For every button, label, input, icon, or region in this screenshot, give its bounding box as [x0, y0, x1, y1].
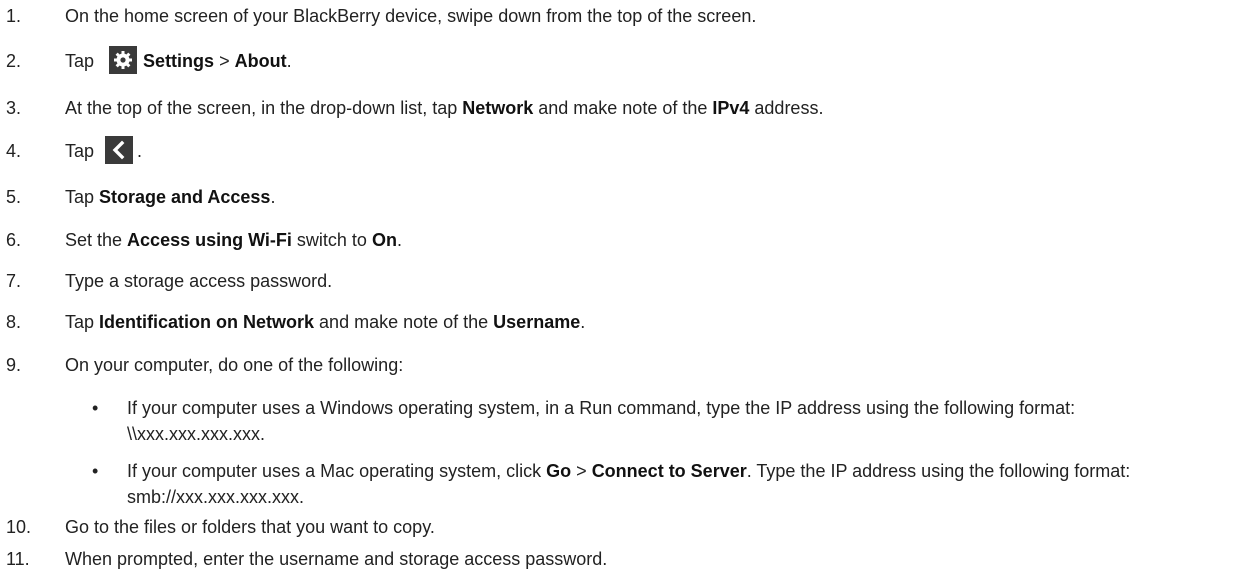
step-text: Type a storage access password.	[65, 271, 333, 291]
step-text: Tap Storage and Access.	[65, 187, 276, 207]
step-text: At the top of the screen, in the drop-do…	[65, 98, 824, 118]
step-number: 8.	[6, 312, 22, 332]
gear-icon	[109, 46, 138, 75]
step-number: 2.	[6, 51, 22, 71]
bullet-text: If your computer uses a Mac operating sy…	[127, 461, 1131, 507]
step-number: 10.	[6, 517, 32, 537]
step-text: When prompted, enter the username and st…	[65, 549, 608, 569]
step-text: Tap .	[65, 136, 142, 165]
chevron-left-icon	[105, 136, 134, 165]
step-text: Go to the files or folders that you want…	[65, 517, 435, 537]
step-text: Set the Access using Wi-Fi switch to On.	[65, 230, 402, 250]
step-number: 1.	[6, 6, 22, 26]
step-text: Tap Settings > About.	[65, 46, 292, 75]
step-number: 5.	[6, 187, 22, 207]
step-text: Tap Identification on Network and make n…	[65, 312, 586, 332]
bullet-marker: •	[92, 461, 99, 481]
step-text: On your computer, do one of the followin…	[65, 355, 404, 375]
step-text: On the home screen of your BlackBerry de…	[65, 6, 757, 26]
step-number: 11.	[6, 549, 30, 569]
step-number: 7.	[6, 271, 22, 291]
step-number: 9.	[6, 355, 22, 375]
step-number: 4.	[6, 141, 22, 161]
step-number: 6.	[6, 230, 22, 250]
bullet-text: If your computer uses a Windows operatin…	[127, 398, 1076, 444]
step-number: 3.	[6, 98, 22, 118]
bullet-marker: •	[92, 398, 99, 418]
